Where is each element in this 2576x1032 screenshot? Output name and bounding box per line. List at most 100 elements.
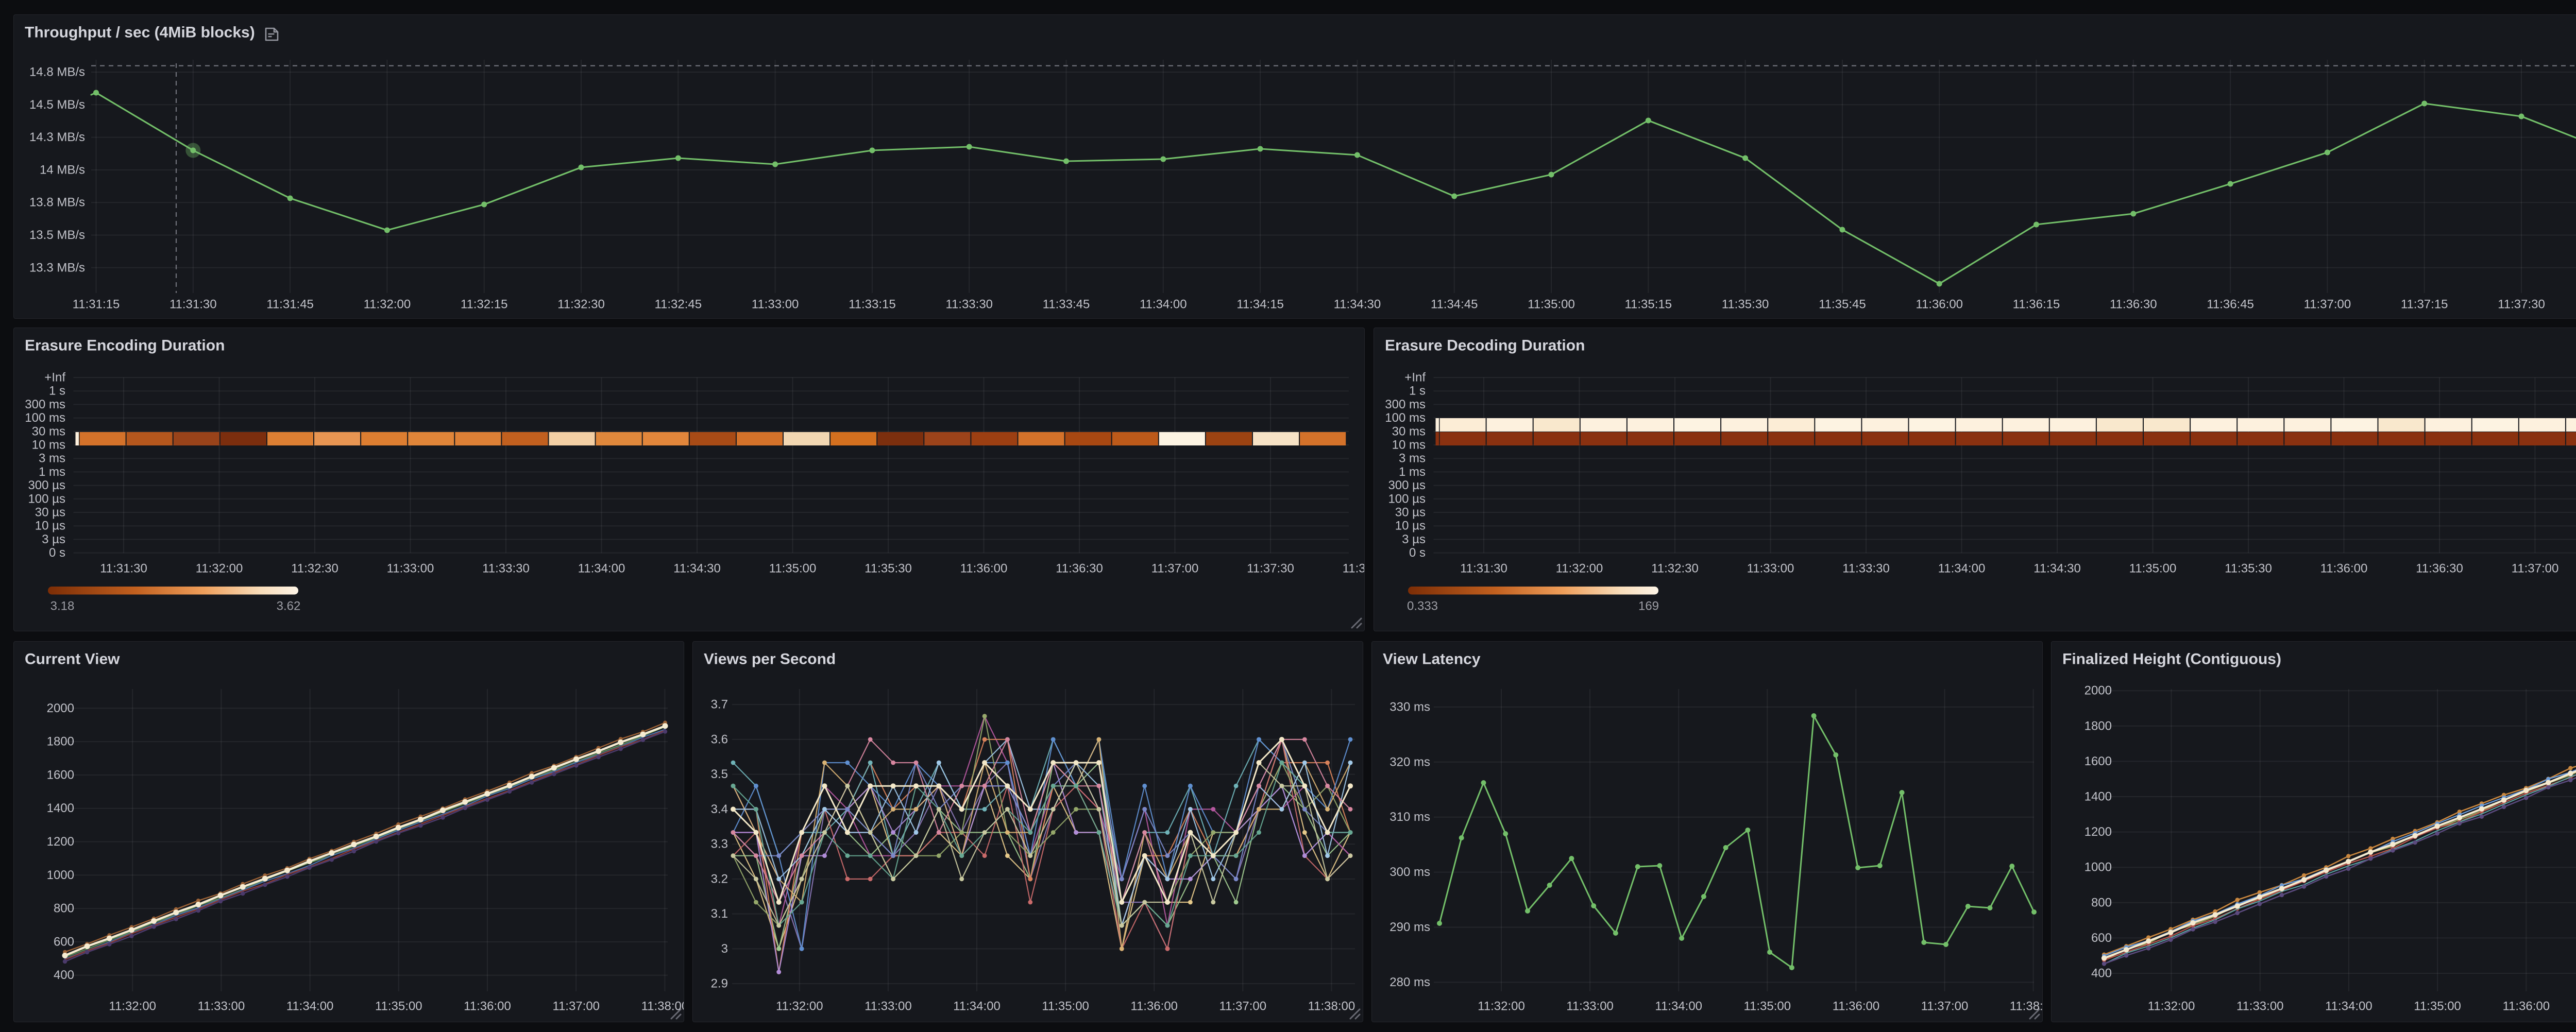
- svg-text:11:38:00: 11:38:00: [1308, 1000, 1355, 1013]
- svg-text:11:35:30: 11:35:30: [1722, 298, 1769, 312]
- svg-text:11:35:30: 11:35:30: [2225, 562, 2272, 576]
- svg-text:11:34:00: 11:34:00: [1938, 562, 1986, 576]
- svg-text:800: 800: [2091, 896, 2112, 909]
- svg-text:320 ms: 320 ms: [1389, 755, 1430, 769]
- svg-text:1 s: 1 s: [1409, 384, 1426, 398]
- svg-text:11:34:00: 11:34:00: [953, 1000, 1001, 1013]
- svg-text:10 ms: 10 ms: [32, 438, 65, 452]
- svg-text:11:34:30: 11:34:30: [1334, 298, 1381, 312]
- svg-text:30 µs: 30 µs: [35, 506, 65, 520]
- svg-text:11:35:00: 11:35:00: [2129, 562, 2177, 576]
- svg-text:11:35:00: 11:35:00: [375, 1000, 422, 1013]
- svg-text:11:34:00: 11:34:00: [2325, 1000, 2372, 1013]
- svg-text:11:34:45: 11:34:45: [1431, 298, 1478, 312]
- svg-text:1600: 1600: [2084, 754, 2112, 768]
- svg-text:100 ms: 100 ms: [1385, 411, 1426, 425]
- svg-text:600: 600: [54, 935, 74, 949]
- svg-text:100 ms: 100 ms: [25, 411, 65, 425]
- svg-text:3.2: 3.2: [711, 872, 728, 886]
- svg-text:3.7: 3.7: [711, 698, 728, 712]
- svg-text:300 ms: 300 ms: [1385, 398, 1426, 411]
- svg-text:300 µs: 300 µs: [28, 478, 65, 492]
- svg-text:330 ms: 330 ms: [1389, 700, 1430, 714]
- svg-text:11:32:00: 11:32:00: [2148, 1000, 2195, 1013]
- svg-text:11:36:30: 11:36:30: [2416, 562, 2463, 576]
- svg-text:11:32:00: 11:32:00: [196, 562, 243, 576]
- svg-text:11:31:30: 11:31:30: [1460, 562, 1507, 576]
- svg-text:290 ms: 290 ms: [1389, 920, 1430, 934]
- svg-text:2.9: 2.9: [711, 977, 728, 991]
- svg-text:300 ms: 300 ms: [1389, 865, 1430, 879]
- svg-text:30 ms: 30 ms: [1392, 424, 1426, 438]
- svg-text:11:34:00: 11:34:00: [578, 562, 625, 576]
- svg-text:1400: 1400: [2084, 790, 2112, 804]
- svg-text:11:37:00: 11:37:00: [2512, 562, 2559, 576]
- svg-text:11:34:00: 11:34:00: [286, 1000, 334, 1013]
- svg-text:1 ms: 1 ms: [1399, 465, 1426, 479]
- svg-text:11:35:00: 11:35:00: [2414, 1000, 2461, 1013]
- svg-text:11:34:15: 11:34:15: [1236, 298, 1284, 312]
- svg-text:11:33:00: 11:33:00: [1747, 562, 1794, 576]
- svg-text:11:33:45: 11:33:45: [1043, 298, 1090, 312]
- svg-text:3 ms: 3 ms: [1399, 452, 1426, 466]
- svg-text:10 µs: 10 µs: [1395, 519, 1426, 533]
- svg-text:11:33:30: 11:33:30: [1842, 562, 1890, 576]
- svg-text:1000: 1000: [2084, 861, 2112, 874]
- svg-text:11:32:30: 11:32:30: [291, 562, 338, 576]
- svg-text:11:35:00: 11:35:00: [1042, 1000, 1089, 1013]
- svg-text:11:32:00: 11:32:00: [109, 1000, 156, 1013]
- svg-text:View Latency: View Latency: [1383, 651, 1481, 668]
- svg-text:11:35:15: 11:35:15: [1624, 298, 1672, 312]
- svg-text:169: 169: [1638, 599, 1659, 613]
- svg-text:11:35:30: 11:35:30: [865, 562, 912, 576]
- svg-text:2000: 2000: [2084, 684, 2112, 698]
- svg-text:800: 800: [54, 902, 74, 916]
- svg-text:13.5 MB/s: 13.5 MB/s: [29, 228, 85, 242]
- svg-text:3.1: 3.1: [711, 907, 728, 921]
- svg-text:11:36:00: 11:36:00: [960, 562, 1008, 576]
- svg-text:300 µs: 300 µs: [1388, 478, 1426, 492]
- svg-text:11:33:00: 11:33:00: [198, 1000, 245, 1013]
- svg-text:0 s: 0 s: [49, 546, 65, 560]
- svg-text:11:37:15: 11:37:15: [2401, 298, 2448, 312]
- svg-text:400: 400: [54, 968, 74, 982]
- svg-text:+Inf: +Inf: [1404, 371, 1426, 385]
- svg-text:11:31:30: 11:31:30: [100, 562, 147, 576]
- svg-text:3.4: 3.4: [711, 802, 728, 816]
- svg-text:11:35:00: 11:35:00: [1743, 1000, 1791, 1013]
- svg-text:11:33:15: 11:33:15: [849, 298, 896, 312]
- svg-text:11:36:00: 11:36:00: [1833, 1000, 1880, 1013]
- svg-text:11:36:00: 11:36:00: [1916, 298, 1963, 312]
- svg-text:600: 600: [2091, 931, 2112, 945]
- svg-text:11:37:00: 11:37:00: [552, 1000, 600, 1013]
- svg-text:13.8 MB/s: 13.8 MB/s: [29, 196, 85, 210]
- svg-text:100 µs: 100 µs: [1388, 492, 1426, 506]
- svg-text:1400: 1400: [47, 801, 74, 815]
- svg-text:11:31:15: 11:31:15: [73, 298, 120, 312]
- svg-text:13.3 MB/s: 13.3 MB/s: [29, 261, 85, 274]
- svg-text:14.3 MB/s: 14.3 MB/s: [29, 130, 85, 144]
- svg-text:3 µs: 3 µs: [1402, 532, 1426, 546]
- svg-text:1 s: 1 s: [49, 384, 65, 398]
- svg-text:11:33:00: 11:33:00: [2236, 1000, 2284, 1013]
- svg-text:Erasure Decoding Duration: Erasure Decoding Duration: [1385, 337, 1585, 354]
- svg-text:3.62: 3.62: [277, 599, 301, 613]
- svg-text:3.18: 3.18: [50, 599, 75, 613]
- svg-text:Finalized Height (Contiguous): Finalized Height (Contiguous): [2062, 651, 2281, 668]
- svg-text:11:33:30: 11:33:30: [945, 298, 993, 312]
- svg-text:10 ms: 10 ms: [1392, 438, 1426, 452]
- svg-text:1 ms: 1 ms: [39, 465, 65, 479]
- svg-text:3 µs: 3 µs: [42, 532, 65, 546]
- svg-text:30 µs: 30 µs: [1395, 506, 1426, 520]
- svg-text:11:34:00: 11:34:00: [1655, 1000, 1702, 1013]
- svg-text:11:33:00: 11:33:00: [752, 298, 799, 312]
- svg-text:11:35:45: 11:35:45: [1819, 298, 1866, 312]
- svg-text:+Inf: +Inf: [44, 371, 65, 385]
- svg-text:11:32:30: 11:32:30: [1651, 562, 1699, 576]
- svg-text:11:32:00: 11:32:00: [364, 298, 411, 312]
- svg-text:11:36:00: 11:36:00: [1130, 1000, 1178, 1013]
- svg-text:11:36:15: 11:36:15: [2013, 298, 2060, 312]
- svg-text:3.6: 3.6: [711, 732, 728, 746]
- svg-text:10 µs: 10 µs: [35, 519, 65, 533]
- svg-text:11:37:30: 11:37:30: [1247, 562, 1294, 576]
